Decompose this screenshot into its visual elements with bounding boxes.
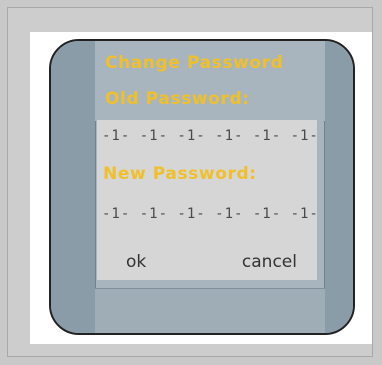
old-password-label: Old Password: <box>105 89 250 109</box>
device-left-side <box>51 41 96 333</box>
password-panel: -1- -1- -1- -1- -1- -1- New Password: -1… <box>97 120 318 280</box>
new-password-field[interactable]: -1- -1- -1- -1- -1- -1- <box>102 206 318 222</box>
old-password-field[interactable]: -1- -1- -1- -1- -1- -1- <box>102 128 318 144</box>
device-bottom-strip <box>95 288 325 333</box>
device-frame: Change Password Old Password: -1- -1- -1… <box>49 39 355 335</box>
dialog-title: Change Password <box>105 53 284 73</box>
device-right-side <box>324 41 353 333</box>
cancel-button[interactable]: cancel <box>242 252 297 272</box>
new-password-label: New Password: <box>103 164 257 184</box>
ok-button[interactable]: ok <box>126 252 146 272</box>
